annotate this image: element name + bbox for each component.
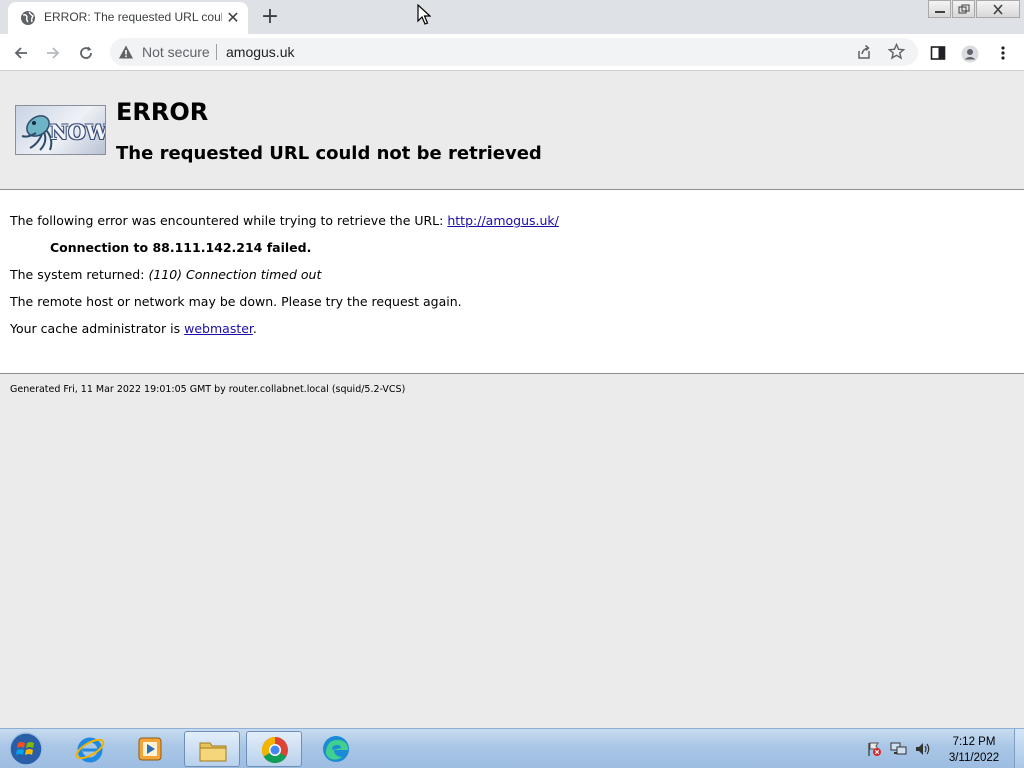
share-icon[interactable]	[856, 44, 872, 64]
show-desktop-button[interactable]	[1014, 729, 1024, 768]
taskbar-file-explorer[interactable]	[184, 731, 240, 767]
restore-button[interactable]	[952, 0, 975, 18]
close-window-button[interactable]	[976, 0, 1020, 18]
folder-icon	[199, 742, 227, 762]
separator	[216, 44, 217, 60]
network-icon[interactable]	[890, 741, 908, 761]
logo-text: NOW	[50, 120, 106, 144]
three-dots-vertical-icon	[1001, 46, 1005, 60]
requested-url-link[interactable]: http://amogus.uk/	[447, 213, 559, 228]
volume-icon[interactable]	[914, 741, 932, 761]
windows-start-icon	[9, 732, 43, 766]
footer-text: Generated Fri, 11 Mar 2022 19:01:05 GMT …	[10, 384, 406, 395]
clock-time: 7:12 PM	[952, 736, 996, 748]
error-header: NOW ERROR The requested URL could not be…	[0, 72, 1024, 189]
internet-explorer-icon	[75, 737, 105, 763]
error-detail: Connection to 88.111.142.214 failed.	[50, 240, 312, 255]
taskbar-internet-explorer[interactable]	[62, 731, 118, 767]
taskbar-edge[interactable]	[308, 731, 364, 767]
url-text[interactable]: amogus.uk	[226, 44, 294, 60]
intro-text: The following error was encountered whil…	[10, 213, 444, 228]
taskbar: 7:12 PM 3/11/2022	[0, 728, 1024, 768]
forward-button[interactable]	[40, 40, 66, 66]
arrow-right-icon	[47, 47, 60, 59]
warning-icon[interactable]	[118, 44, 134, 64]
chrome-icon	[261, 736, 288, 764]
address-bar[interactable]: Not secure amogus.uk	[110, 38, 918, 66]
page-subtitle: The requested URL could not be retrieved	[116, 143, 542, 164]
system-returned-line: The system returned: (110) Connection ti…	[10, 267, 321, 282]
menu-button[interactable]	[990, 40, 1016, 66]
action-center-flag-icon[interactable]	[866, 741, 882, 761]
system-returned-label: The system returned:	[10, 267, 145, 282]
admin-suffix: .	[252, 321, 257, 336]
squid-logo: NOW	[15, 105, 106, 155]
clock-date: 3/11/2022	[948, 752, 1000, 764]
tab-strip: ERROR: The requested URL could not be re…	[0, 0, 1024, 34]
edge-icon	[323, 736, 349, 762]
system-returned-value: (110) Connection timed out	[148, 267, 322, 282]
security-label[interactable]: Not secure	[142, 44, 210, 60]
system-clock[interactable]: 7:12 PM 3/11/2022	[944, 734, 1004, 766]
browser-tab[interactable]: ERROR: The requested URL could not be re…	[8, 2, 248, 34]
side-panel-button[interactable]	[925, 40, 951, 66]
media-player-icon	[138, 737, 162, 761]
profile-button[interactable]	[956, 40, 982, 66]
webmaster-link[interactable]: webmaster	[184, 321, 253, 336]
tab-title: ERROR: The requested URL could not be re…	[44, 10, 222, 24]
start-button[interactable]	[6, 731, 46, 767]
globe-icon	[20, 10, 36, 26]
arrow-left-icon	[14, 47, 27, 59]
mouse-cursor-icon	[417, 4, 431, 25]
admin-line: Your cache administrator is webmaster.	[10, 321, 257, 336]
reload-button[interactable]	[73, 40, 99, 66]
taskbar-chrome[interactable]	[246, 731, 302, 767]
error-content: The following error was encountered whil…	[0, 190, 1024, 373]
page-title: ERROR	[116, 98, 209, 126]
side-panel-icon	[930, 46, 946, 60]
taskbar-media-player[interactable]	[122, 731, 178, 767]
close-tab-icon[interactable]: ✕	[224, 9, 242, 27]
profile-avatar-icon	[961, 45, 979, 63]
intro-line: The following error was encountered whil…	[10, 213, 559, 228]
back-button[interactable]	[8, 40, 34, 66]
browser-toolbar: Not secure amogus.uk	[0, 34, 1024, 71]
divider-bottom	[0, 373, 1024, 374]
admin-text: Your cache administrator is	[10, 321, 181, 336]
bookmark-star-icon[interactable]	[887, 42, 906, 64]
reload-icon	[80, 46, 92, 59]
minimize-button[interactable]	[928, 0, 951, 18]
advice-text: The remote host or network may be down. …	[10, 294, 462, 309]
new-tab-button[interactable]: +	[258, 6, 282, 30]
